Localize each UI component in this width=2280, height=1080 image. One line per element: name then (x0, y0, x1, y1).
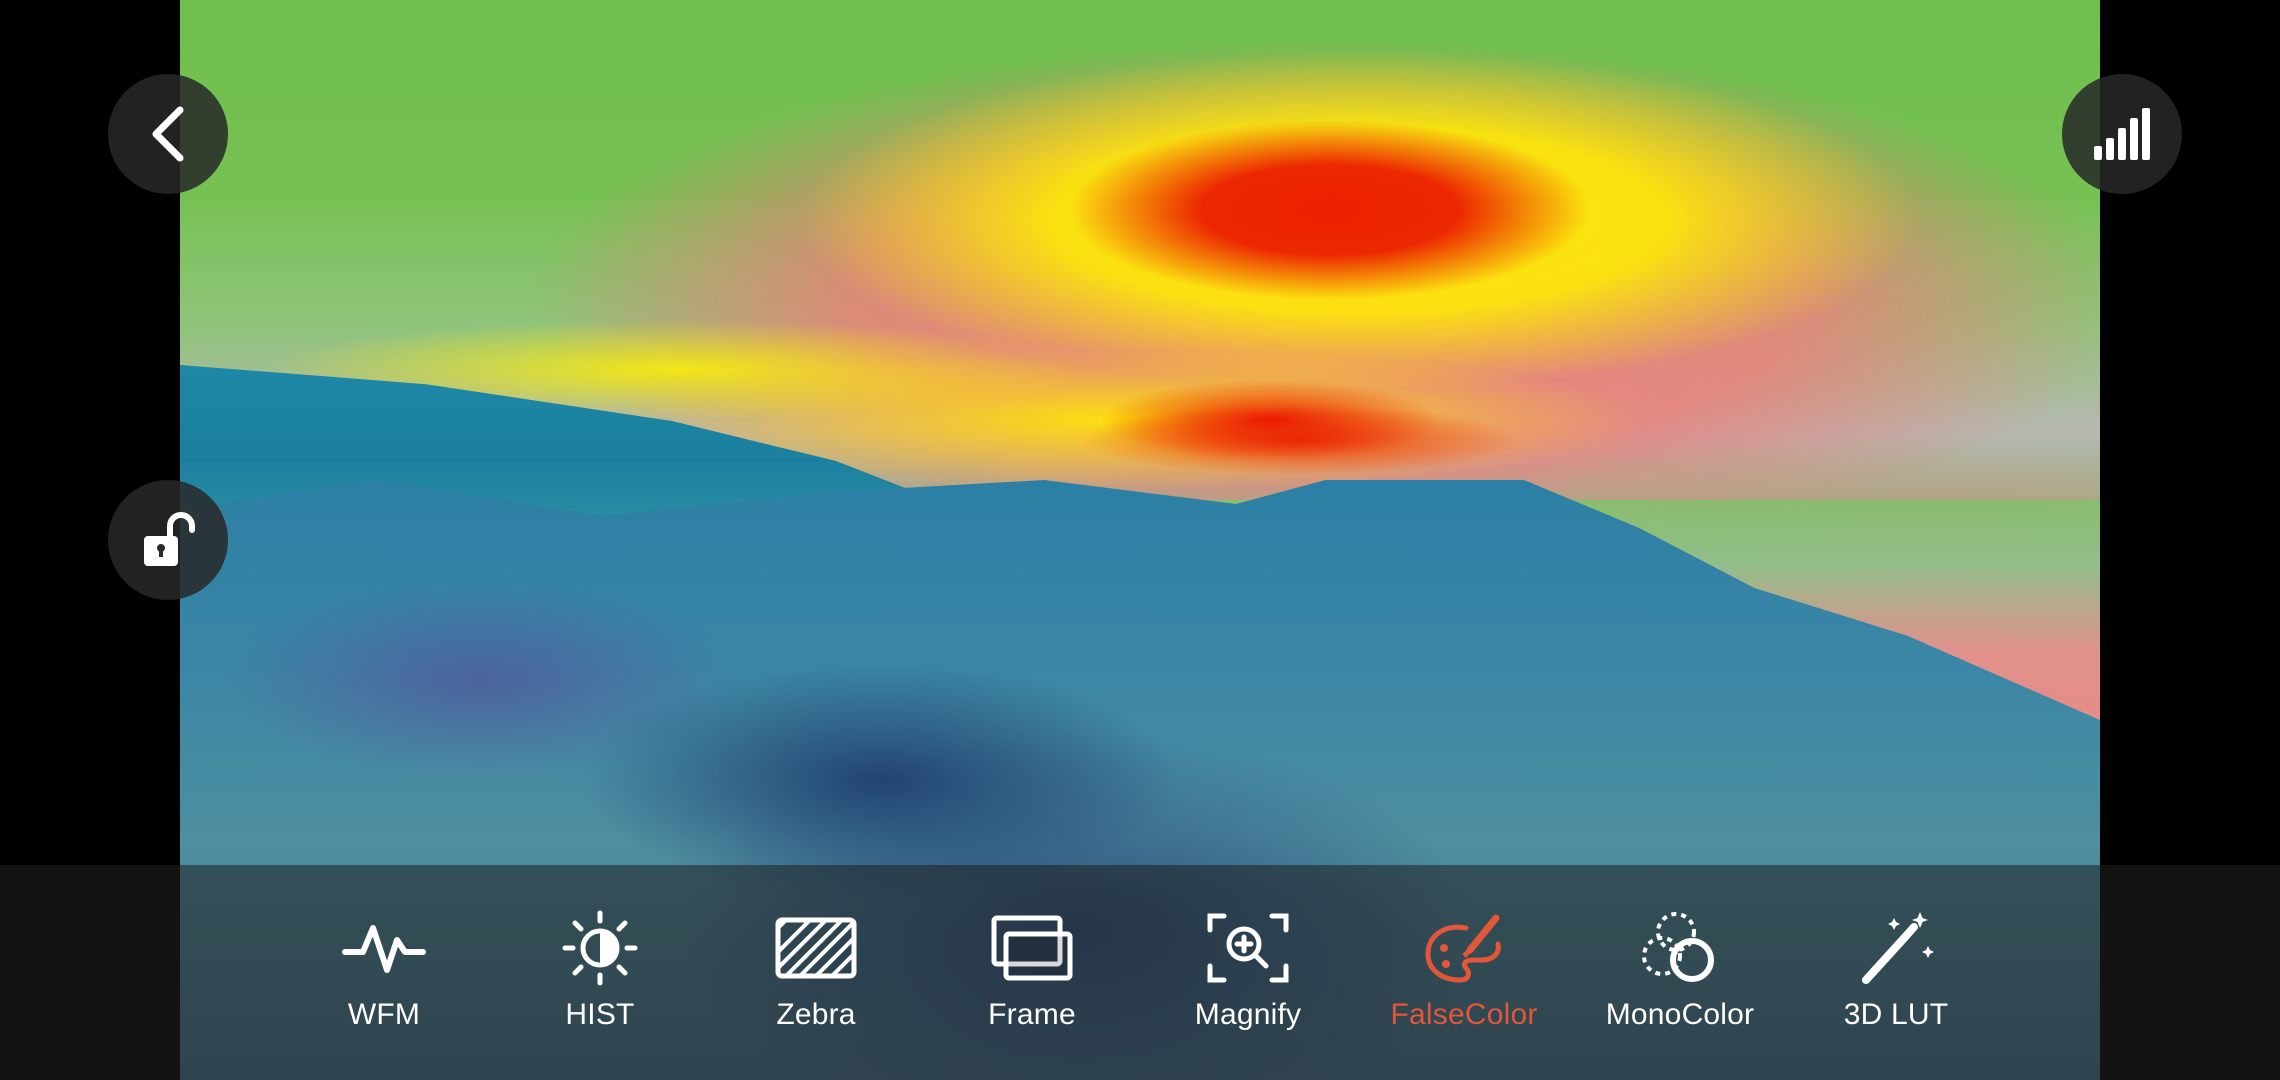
tool-frame-label: Frame (988, 998, 1076, 1031)
back-button[interactable] (108, 74, 228, 194)
tool-falsecolor[interactable]: FalseColor (1364, 910, 1564, 1050)
tool-zebra[interactable]: Zebra (716, 910, 916, 1050)
palette-icon (1425, 914, 1501, 983)
tool-monocolor-label: MonoColor (1605, 998, 1755, 1031)
mono-color-icon (1642, 912, 1714, 982)
tool-hist-label: HIST (565, 998, 635, 1031)
tool-falsecolor-label: FalseColor (1390, 998, 1538, 1031)
lock-toggle-button[interactable] (108, 480, 228, 600)
brightness-icon (562, 910, 638, 986)
tool-wfm[interactable]: WFM (284, 910, 484, 1050)
tool-monocolor[interactable]: MonoColor (1580, 910, 1780, 1050)
unlock-icon (144, 512, 195, 566)
tool-zebra-label: Zebra (776, 998, 856, 1031)
magnify-icon (1207, 913, 1289, 983)
waveform-icon (342, 925, 426, 973)
tool-3d-lut-label: 3D LUT (1843, 998, 1949, 1031)
tool-wfm-label: WFM (347, 998, 421, 1031)
signal-bars-icon (2094, 108, 2150, 160)
tool-hist[interactable]: HIST (500, 910, 700, 1050)
tool-magnify-label: Magnify (1194, 998, 1302, 1031)
tool-frame[interactable]: Frame (932, 910, 1132, 1050)
frame-icon (991, 915, 1073, 981)
zebra-stripes-icon (775, 917, 857, 979)
magic-wand-icon (1862, 912, 1934, 984)
tool-3d-lut[interactable]: 3D LUT (1796, 910, 1996, 1050)
signal-button[interactable] (2062, 74, 2182, 194)
chevron-left-icon (152, 106, 184, 162)
tool-magnify[interactable]: Magnify (1148, 910, 1348, 1050)
